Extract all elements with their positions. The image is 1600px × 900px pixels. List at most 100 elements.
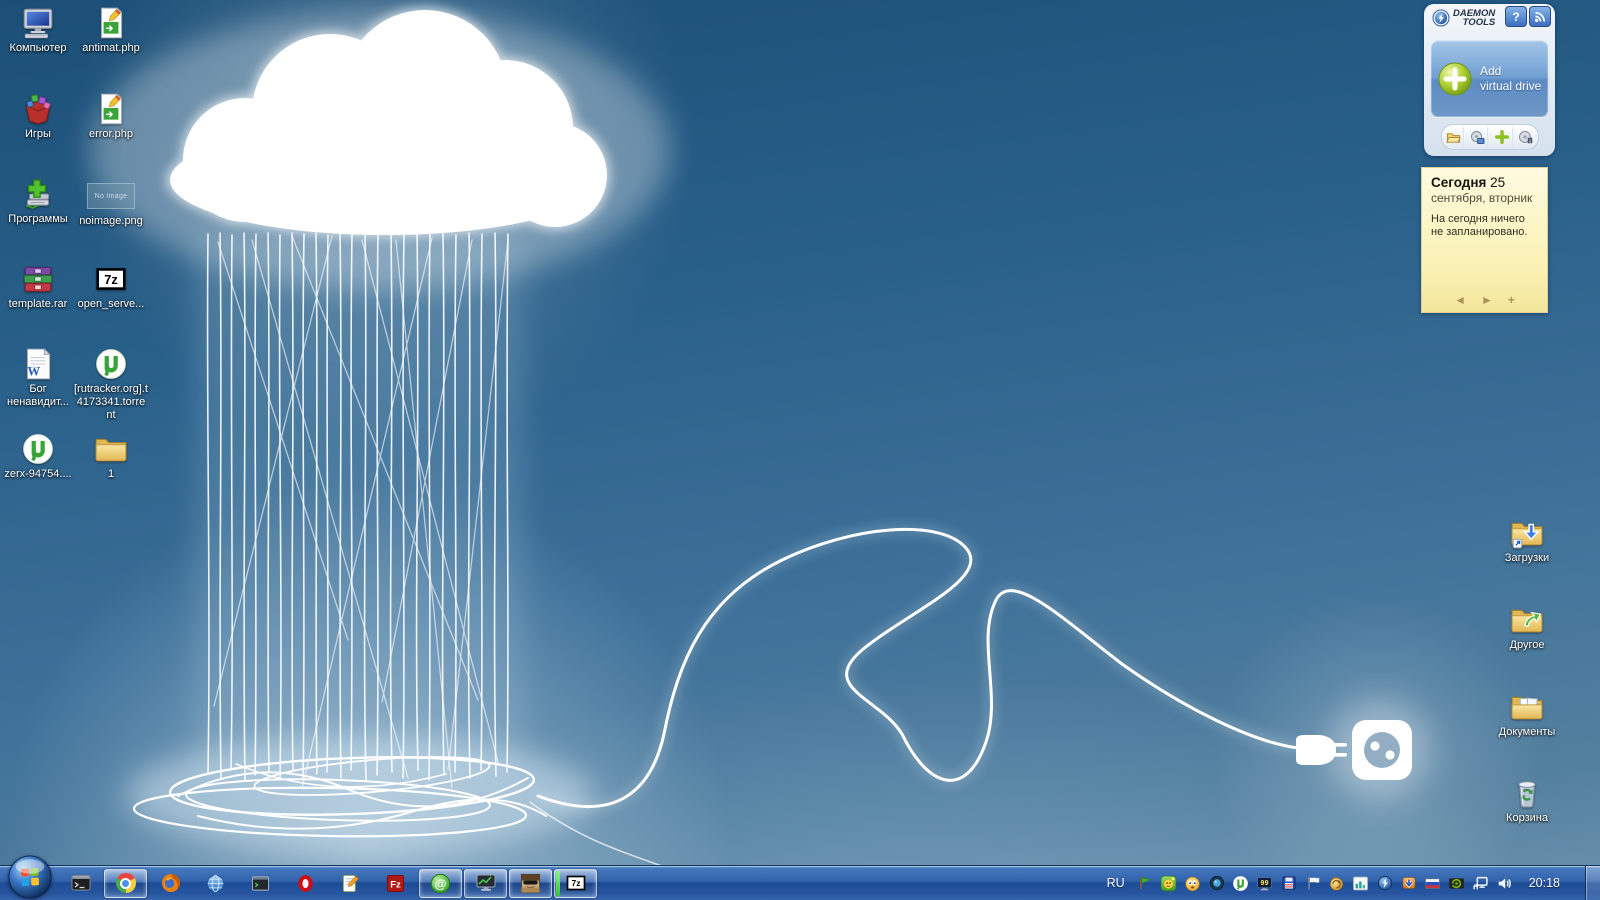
tray-save-item[interactable] — [1280, 874, 1298, 892]
pile-glow — [125, 737, 595, 853]
taskbar: Fz @ — [0, 865, 1600, 900]
taskbar-console-item[interactable] — [238, 866, 283, 900]
taskbar-firefox-item[interactable] — [148, 866, 193, 900]
daemon-tools-logo-icon — [1432, 9, 1450, 27]
taskbar-7zip-button[interactable]: 7z — [553, 866, 598, 900]
noimage-placeholder-icon: No Image — [87, 183, 135, 209]
filezilla-icon: Fz — [386, 874, 405, 893]
desktop-icon-recycle-bin[interactable]: Корзина — [1481, 776, 1573, 825]
language-indicator[interactable]: RU — [1102, 876, 1130, 890]
disc-drive-icon — [1470, 130, 1485, 145]
tray-download-manager-item[interactable] — [1400, 874, 1418, 892]
device-parameters-button[interactable] — [1467, 127, 1488, 147]
desktop-icon-template-rar[interactable]: template.rar — [1, 262, 75, 311]
calendar-prev-button[interactable]: ◄ — [1454, 293, 1466, 307]
show-desktop-button[interactable] — [1585, 866, 1600, 900]
rain-cross-strands — [214, 236, 508, 788]
taskbar-opera-item[interactable] — [283, 866, 328, 900]
taskbar-apps: Fz @ — [58, 866, 598, 900]
tray-volume-item[interactable] — [1496, 874, 1514, 892]
chrome-icon — [116, 873, 136, 893]
desktop-icon-label: Загрузки — [1505, 552, 1549, 565]
cloud-glow — [90, 10, 670, 290]
taskbar-notepadpp-item[interactable] — [328, 866, 373, 900]
tray-daemon-tools-item[interactable] — [1376, 874, 1394, 892]
tangle-pile — [134, 750, 662, 866]
desktop: Компьютер antimat.php Игры — [0, 0, 1600, 900]
desktop-icon-downloads[interactable]: Загрузки — [1481, 516, 1573, 565]
taskbar-icq-button[interactable]: @ — [418, 866, 463, 900]
desktop-icon-label: zerx-94754.... — [4, 468, 71, 481]
add-drive-button[interactable] — [1492, 127, 1513, 147]
help-button[interactable]: ? — [1505, 6, 1527, 27]
desktop-icon-noimage[interactable]: No Image noimage.png — [74, 177, 148, 228]
cloud-art — [167, 8, 609, 236]
calendar-add-button[interactable]: + — [1508, 293, 1515, 307]
taskbar-filezilla-item[interactable]: Fz — [373, 866, 418, 900]
start-button[interactable] — [7, 854, 53, 900]
desktop-icon-other[interactable]: Другое — [1481, 603, 1573, 652]
plug-art — [1296, 735, 1347, 765]
tray-nvidia-item[interactable] — [1448, 874, 1466, 892]
add-virtual-drive-label: Add virtual drive — [1480, 64, 1541, 94]
calendar-date-title: Сегодня 25 — [1431, 175, 1538, 190]
taskbar-system-monitor-button[interactable] — [463, 866, 508, 900]
taskbar-chrome-button[interactable] — [103, 866, 148, 900]
taskbar-image-viewer-button[interactable] — [508, 866, 553, 900]
tray-white-flag-item[interactable] — [1304, 874, 1322, 892]
tray-language-flag-item[interactable] — [1424, 874, 1442, 892]
desktop-icon-label: 1 — [108, 468, 114, 481]
calendar-day-number: 25 — [1490, 175, 1505, 190]
desktop-icon-error-php[interactable]: error.php — [74, 92, 148, 141]
socket-art — [1352, 720, 1412, 780]
desktop-icon-label: Программы — [8, 213, 67, 226]
tray-green-flag-item[interactable] — [1136, 874, 1154, 892]
desktop-icon-open-server[interactable]: 7z open_serve... — [74, 262, 148, 311]
daemon-tools-icon — [1377, 875, 1393, 891]
desktop-icon-zerx-torrent[interactable]: zerx-94754.... — [1, 432, 75, 481]
programs-icon — [21, 177, 55, 211]
tray-utorrent-item[interactable] — [1232, 874, 1250, 892]
tray-qip-item[interactable] — [1160, 874, 1178, 892]
tray-webcam-item[interactable] — [1208, 874, 1226, 892]
volume-icon — [1496, 875, 1513, 892]
badge-99: 99 — [1261, 880, 1269, 888]
desktop-icon-label: template.rar — [9, 298, 68, 311]
desktop-icon-folder-1[interactable]: 1 — [74, 432, 148, 481]
calendar-gadget[interactable]: Сегодня 25 сентября, вторник На сегодня … — [1421, 167, 1548, 313]
tray-traffic-monitor-item[interactable]: 99 — [1256, 874, 1274, 892]
tray-emoticon-item[interactable] — [1184, 874, 1202, 892]
add-virtual-drive-button[interactable]: Add virtual drive — [1430, 40, 1549, 118]
calendar-controls: ◄ ► + — [1422, 293, 1547, 307]
daemon-tools-header: DAEMON TOOLS ? — [1428, 6, 1551, 36]
unmount-all-button[interactable] — [1516, 127, 1536, 147]
gold-pet-icon — [1328, 875, 1345, 892]
system-monitor-icon — [475, 872, 497, 894]
desktop-icon-documents[interactable]: Документы — [1481, 690, 1573, 739]
feed-button[interactable] — [1529, 6, 1551, 27]
desktop-icon-word-doc[interactable]: W Бог ненавидит... — [1, 347, 75, 409]
desktop-icon-programs[interactable]: Программы — [1, 177, 75, 226]
desktop-icon-torrent[interactable]: [rutracker.org].t4173341.torrent — [74, 347, 148, 422]
desktop-icon-label: [rutracker.org].t4173341.torrent — [74, 383, 148, 422]
calendar-next-button[interactable]: ► — [1481, 293, 1493, 307]
desktop-icon-games[interactable]: Игры — [1, 92, 75, 141]
tray-punto-item[interactable] — [1328, 874, 1346, 892]
daemon-tools-title-tab[interactable]: DAEMON TOOLS — [1428, 6, 1499, 29]
running-app-frame — [464, 869, 507, 898]
desktop-icon-antimat-php[interactable]: antimat.php — [74, 6, 148, 55]
webcam-icon — [1209, 875, 1225, 891]
plus-icon — [1495, 130, 1509, 144]
download-manager-icon — [1401, 875, 1417, 891]
white-flag-icon — [1305, 875, 1321, 891]
taskbar-cmd-item[interactable] — [58, 866, 103, 900]
emoticon-icon — [1184, 875, 1201, 892]
icq-icon: @ — [430, 873, 451, 894]
mount-image-button[interactable] — [1443, 127, 1464, 147]
daemon-tools-toolbar — [1441, 124, 1539, 150]
clock[interactable]: 20:18 — [1529, 876, 1560, 890]
desktop-icon-computer[interactable]: Компьютер — [1, 6, 75, 55]
taskbar-internet-item[interactable] — [193, 866, 238, 900]
tray-stats-item[interactable] — [1352, 874, 1370, 892]
tray-network-item[interactable] — [1472, 874, 1490, 892]
